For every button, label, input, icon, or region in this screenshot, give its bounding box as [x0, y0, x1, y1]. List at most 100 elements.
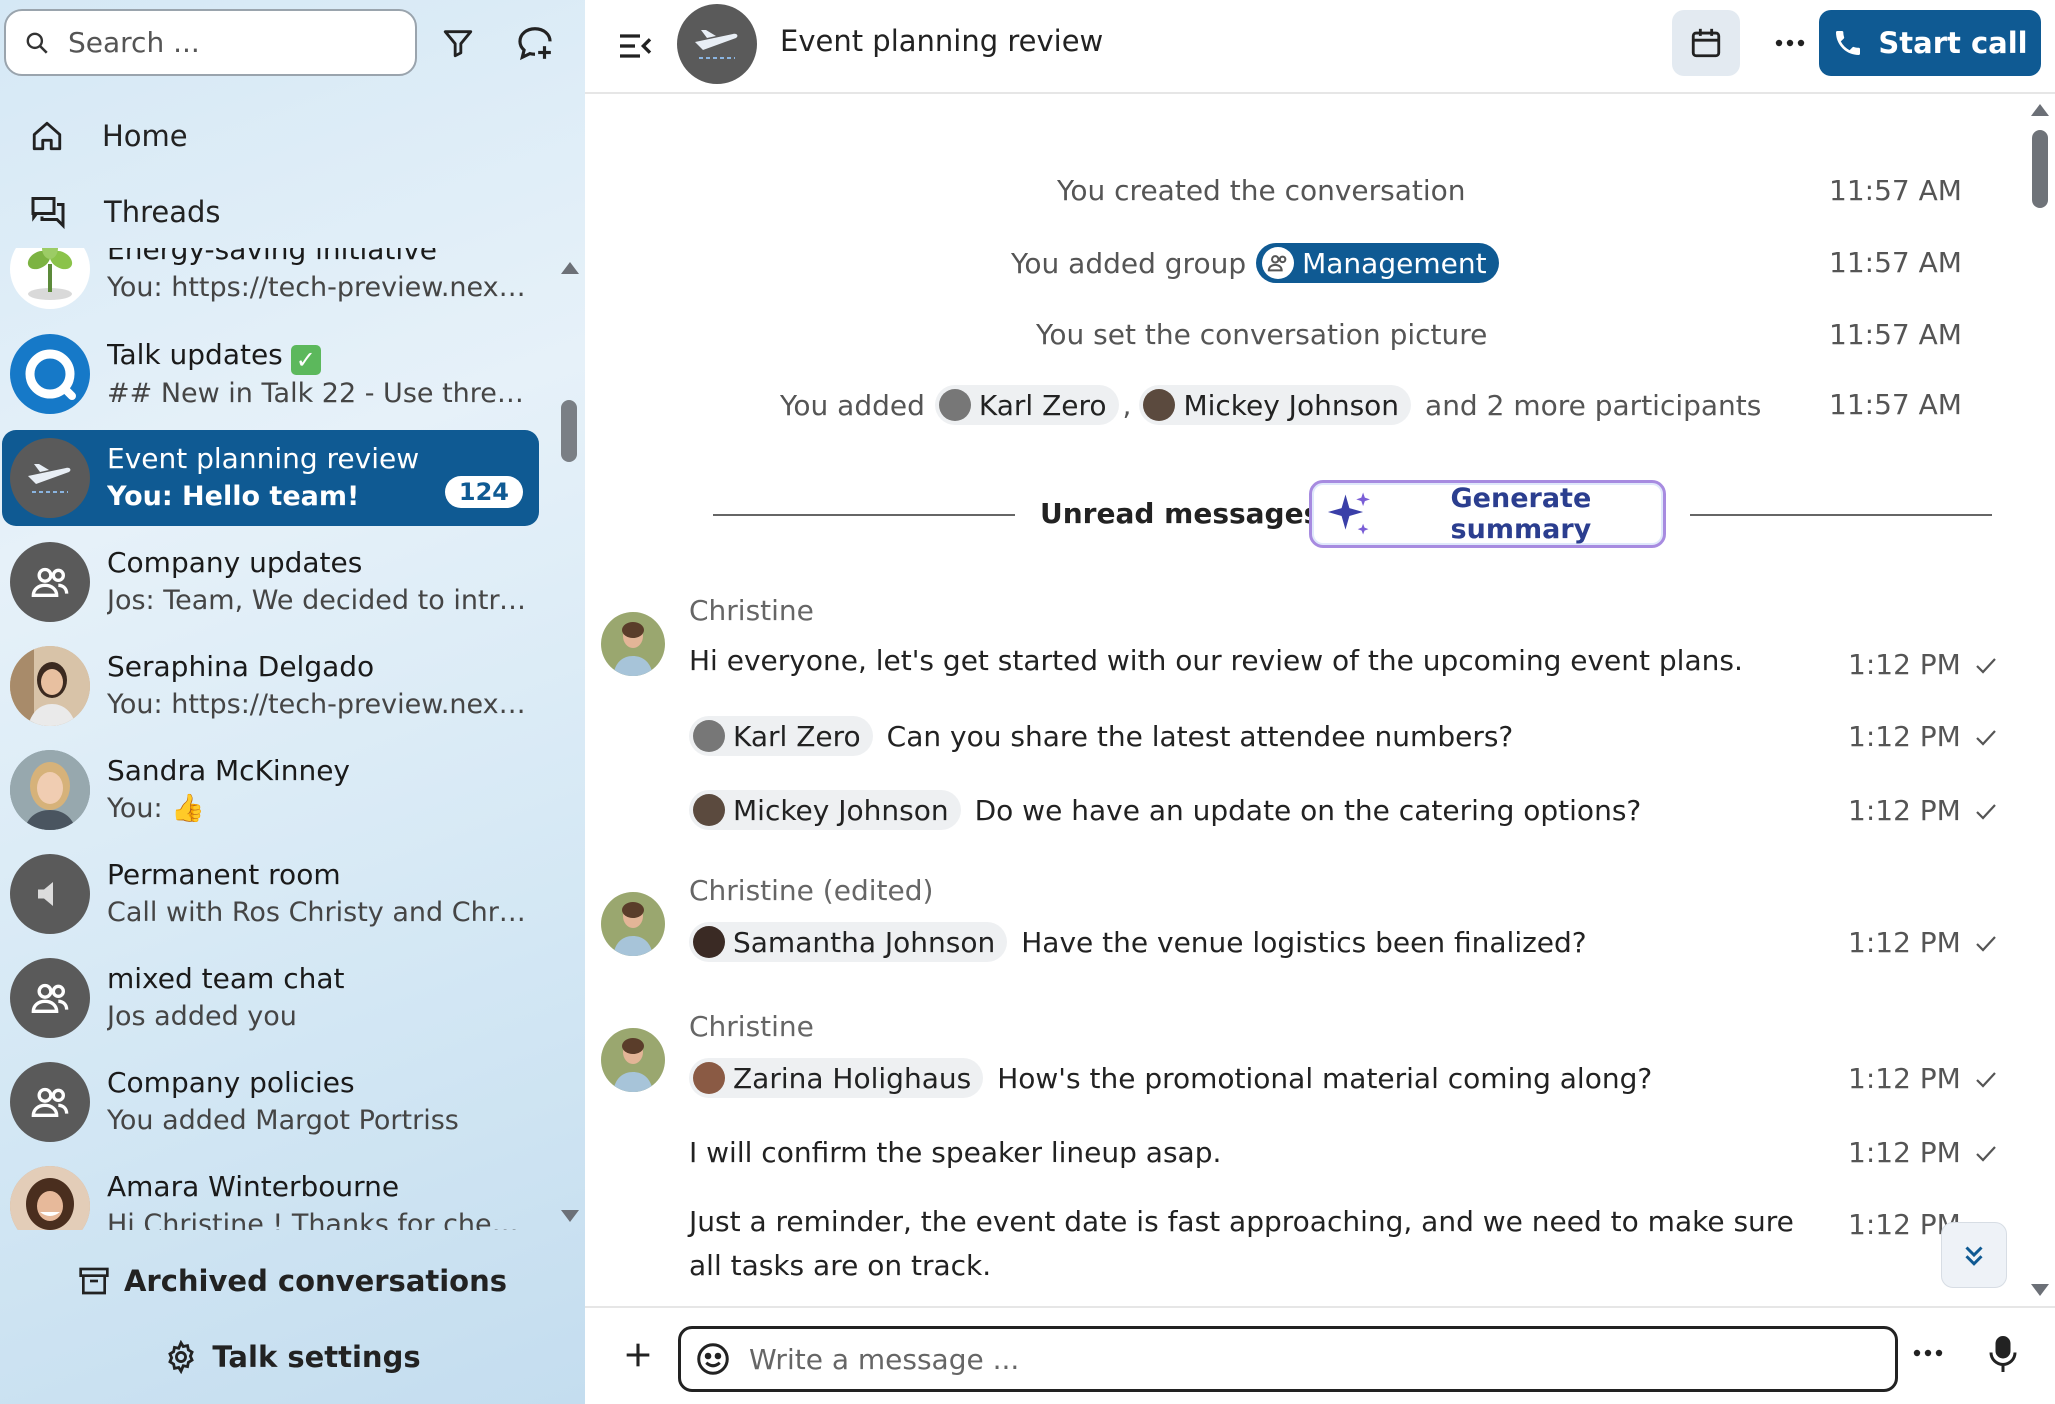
sidebar-scroll-thumb[interactable]	[561, 400, 577, 462]
message-author[interactable]: Christine	[689, 1010, 814, 1043]
conversation-header: Event planning review Start call	[585, 0, 2055, 94]
message-time: 11:57 AM	[1829, 174, 1962, 207]
talk-settings-button[interactable]: Talk settings	[0, 1329, 585, 1385]
message-list: You created the conversation 11:57 AM Yo…	[585, 96, 2055, 1306]
conversation-name: Company updates	[107, 546, 363, 579]
unread-divider	[1690, 514, 1992, 516]
more-options-button[interactable]	[1765, 18, 1815, 68]
group-avatar	[10, 542, 90, 622]
conversation-preview: You: https://tech-preview.next...	[107, 689, 527, 720]
speaker-avatar	[10, 854, 90, 934]
scroll-to-bottom-button[interactable]	[1941, 1222, 2007, 1288]
start-call-button[interactable]: Start call	[1819, 10, 2041, 76]
nav-home[interactable]: Home	[30, 106, 188, 166]
user-mention-chip[interactable]: Karl Zero	[689, 716, 873, 756]
conversation-avatar[interactable]	[677, 4, 757, 84]
user-mention-chip[interactable]: Mickey Johnson	[689, 790, 961, 830]
conversation-energy-saving[interactable]: Energy-saving initiative You: https://te…	[2, 248, 539, 317]
threads-icon	[31, 197, 65, 230]
archived-conversations-button[interactable]: Archived conversations	[0, 1253, 585, 1309]
emoji-icon[interactable]	[695, 1341, 731, 1377]
conversation-preview: You added Margot Portriss	[107, 1105, 459, 1136]
message-time: 1:12 PM	[1848, 794, 1997, 827]
message-input[interactable]	[749, 1342, 1849, 1376]
message-time: 1:12 PM	[1848, 648, 1997, 681]
message-text: Karl Zero Can you share the latest atten…	[689, 716, 1513, 756]
conversation-name: Event planning review	[107, 442, 420, 475]
message-text: Just a reminder, the event date is fast …	[689, 1205, 1794, 1282]
archived-conversations-label: Archived conversations	[123, 1264, 508, 1298]
conversation-company-updates[interactable]: Company updates Jos: Team, We decided to…	[2, 534, 539, 630]
scroll-down-arrow-icon[interactable]	[2031, 1284, 2049, 1296]
nav-threads[interactable]: Threads	[30, 182, 221, 242]
conversation-name: Sandra McKinney	[107, 754, 351, 787]
calendar-button[interactable]	[1672, 10, 1740, 76]
conversation-name: Company policies	[107, 1066, 355, 1099]
message-text: Mickey Johnson Do we have an update on t…	[689, 790, 1641, 830]
conversation-title[interactable]: Event planning review	[780, 24, 1103, 58]
conversation-sidebar: Home Threads Energy-saving initiative	[0, 0, 585, 1404]
unread-count-badge: 124	[444, 476, 523, 508]
voice-message-button[interactable]	[1985, 1334, 2021, 1378]
attach-button[interactable]	[621, 1338, 655, 1376]
archive-icon	[79, 1267, 109, 1295]
conversation-amara-winterbourne[interactable]: Amara Winterbourne Hi Christine ! Thanks…	[2, 1158, 539, 1230]
group-avatar	[10, 958, 90, 1038]
conversation-name: Seraphina Delgado	[107, 650, 375, 683]
message-composer	[585, 1306, 2055, 1404]
search-input[interactable]	[68, 26, 388, 59]
message-author[interactable]: Christine	[689, 594, 814, 627]
message-author[interactable]: Christine (edited)	[689, 874, 933, 907]
more-horizontal-icon	[1775, 39, 1805, 47]
conversation-company-policies[interactable]: Company policies You added Margot Portri…	[2, 1054, 539, 1150]
composer-more-button[interactable]	[1913, 1336, 1943, 1362]
chat-scroll-thumb[interactable]	[2032, 130, 2048, 208]
conversation-mixed-team-chat[interactable]: mixed team chat Jos added you	[2, 950, 539, 1046]
group-icon	[31, 567, 69, 597]
scroll-down-arrow-icon[interactable]	[561, 1210, 579, 1222]
sparkle-icon	[1327, 492, 1370, 535]
conversation-seraphina-delgado[interactable]: Seraphina Delgado You: https://tech-prev…	[2, 638, 539, 734]
talk-settings-label: Talk settings	[212, 1340, 421, 1374]
toggle-sidebar-icon[interactable]	[615, 26, 655, 70]
christine-avatar[interactable]	[601, 612, 665, 676]
unread-messages-label: Unread messages	[1040, 497, 1321, 530]
sent-check-icon	[1976, 658, 1996, 674]
user-avatar	[693, 1062, 725, 1094]
conversation-name: Permanent room	[107, 858, 341, 891]
group-icon	[31, 983, 69, 1013]
calendar-icon	[1691, 28, 1721, 58]
generate-summary-button[interactable]: Generate summary	[1309, 480, 1666, 548]
message-input-box[interactable]	[678, 1326, 1898, 1392]
search-field[interactable]	[4, 9, 417, 76]
user-mention-chip[interactable]: Mickey Johnson	[1139, 385, 1412, 425]
conversation-preview: ## New in Talk 22 - Use threa...	[107, 377, 527, 409]
scroll-up-arrow-icon[interactable]	[2031, 104, 2049, 116]
conversation-event-planning-review[interactable]: Event planning review You: Hello team! 1…	[2, 430, 539, 526]
scroll-up-arrow-icon[interactable]	[561, 262, 579, 274]
conversation-preview: Jos: Team, We decided to intro...	[107, 585, 527, 616]
check-mark-icon: ✓	[290, 344, 321, 375]
christine-avatar[interactable]	[601, 892, 665, 956]
user-avatar	[10, 750, 90, 830]
user-mention-chip[interactable]: Karl Zero	[934, 385, 1119, 425]
conversation-preview: Hi Christine ! Thanks for check...	[107, 1209, 527, 1230]
conversation-name: Energy-saving initiative	[107, 248, 437, 266]
new-conversation-icon[interactable]	[510, 18, 560, 68]
user-avatar	[1143, 389, 1176, 421]
conversation-preview: You: 👍	[107, 793, 205, 824]
user-avatar	[693, 926, 725, 958]
message-time: 1:12 PM	[1848, 926, 1997, 959]
christine-avatar[interactable]	[601, 1028, 665, 1092]
user-mention-chip[interactable]: Samantha Johnson	[689, 922, 1008, 962]
message-time: 1:12 PM	[1848, 1062, 1997, 1095]
user-mention-chip[interactable]: Zarina Holighaus	[689, 1058, 984, 1098]
conversation-talk-updates[interactable]: Talk updates ✓ ## New in Talk 22 - Use th…	[2, 326, 539, 422]
conversation-permanent-room[interactable]: Permanent room Call with Ros Christy and…	[2, 846, 539, 942]
chat-scrollbar[interactable]	[2028, 96, 2050, 1306]
filter-icon[interactable]	[433, 18, 483, 68]
system-message: You added Karl Zero , Mickey Johnson and…	[780, 385, 1761, 425]
generate-summary-label: Generate summary	[1450, 483, 1592, 545]
conversation-sandra-mckinney[interactable]: Sandra McKinney You: 👍	[2, 742, 539, 838]
group-mention-chip[interactable]: Management	[1256, 243, 1499, 283]
